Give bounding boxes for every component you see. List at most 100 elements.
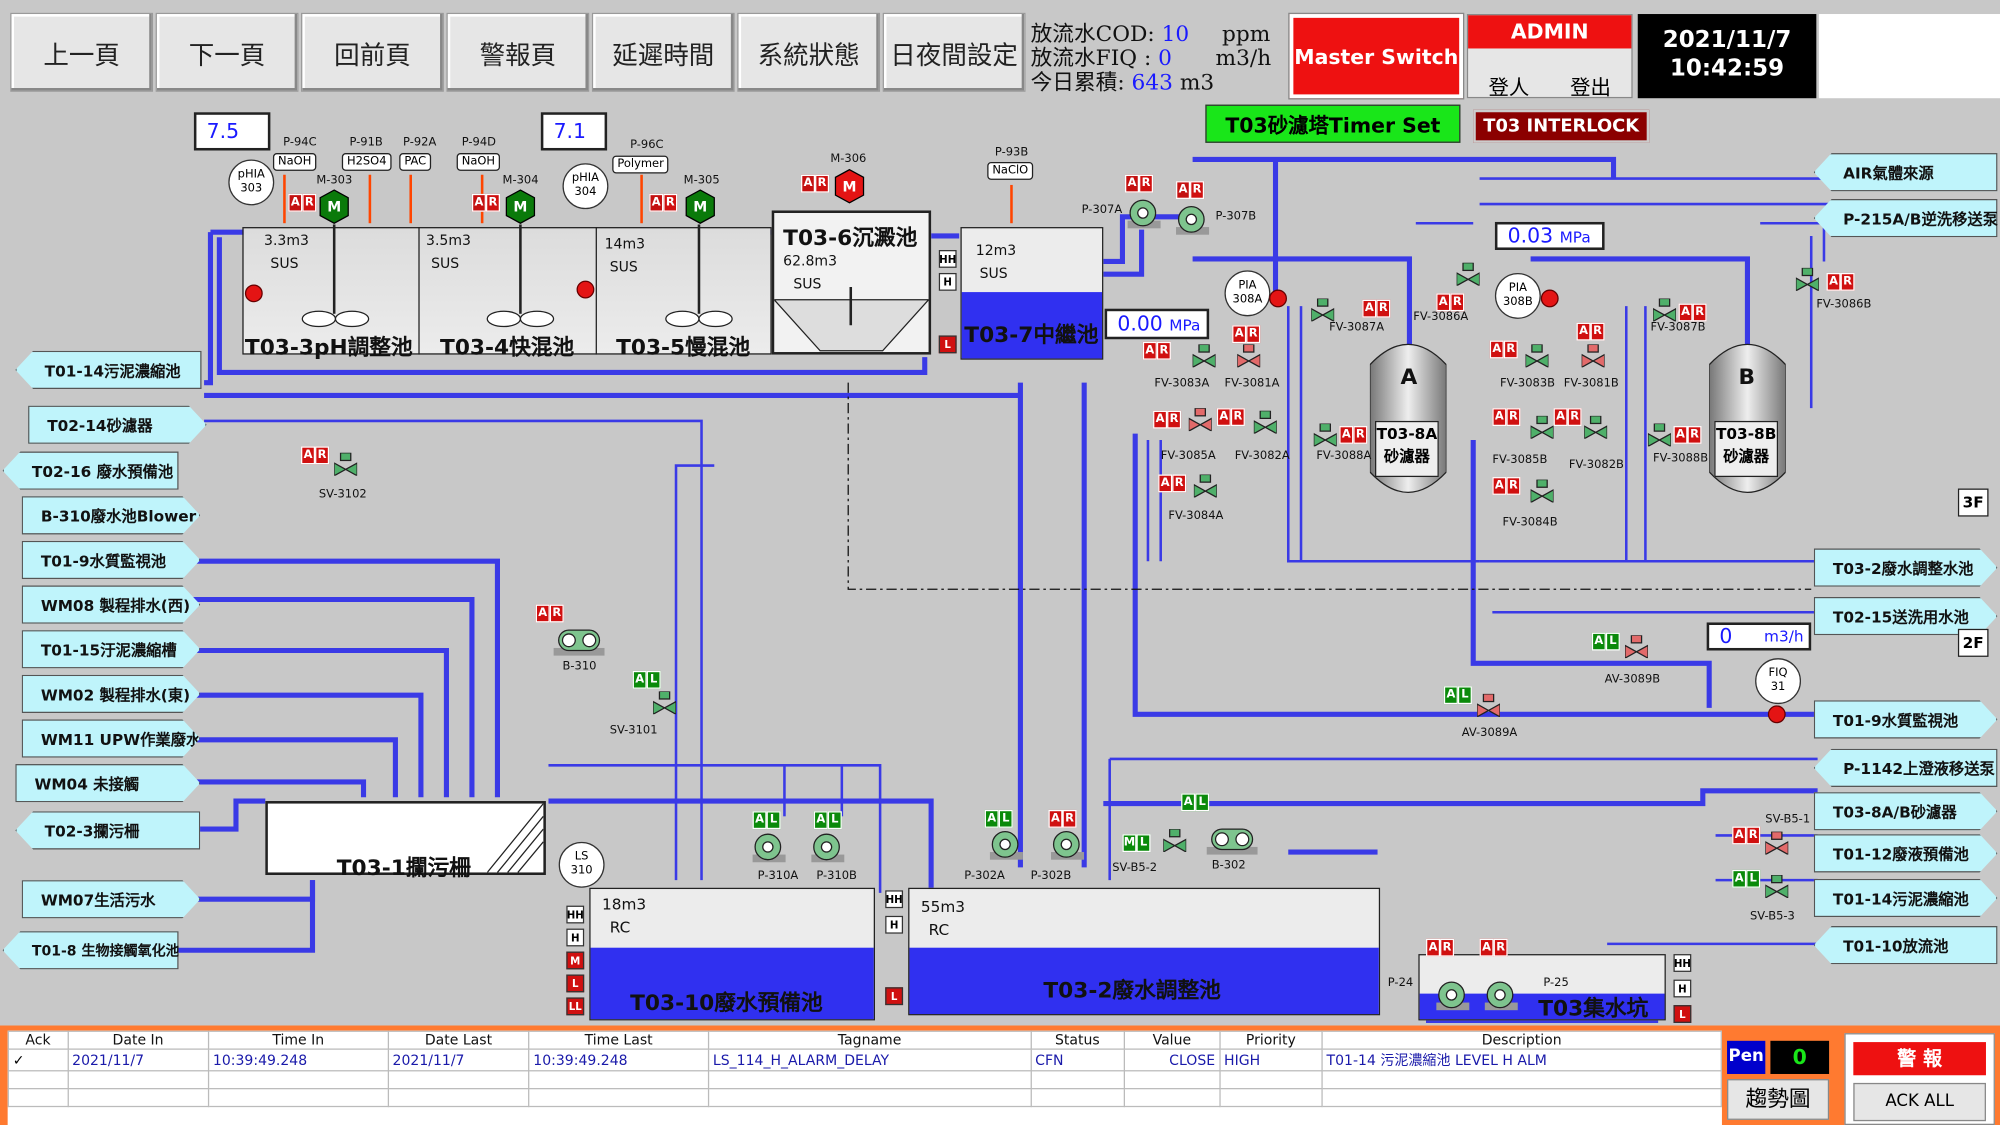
alarm-col-header[interactable]: Priority [1218, 1030, 1323, 1050]
t03-4-name[interactable]: T03-4快混池 [440, 329, 574, 361]
alarm-page-button[interactable]: 警報頁 [446, 12, 590, 92]
fv3085a-valve-icon[interactable] [1188, 407, 1213, 433]
right-link-9[interactable]: T01-14污泥濃縮池 [1814, 879, 1998, 917]
fv3084b-valve-icon[interactable] [1529, 478, 1555, 504]
fv3087a-valve-icon[interactable] [1310, 297, 1335, 323]
delay-time-button[interactable]: 延遲時間 [591, 12, 735, 92]
phia303-meter[interactable]: pHIA 303 [228, 159, 275, 206]
left-link-9[interactable]: WM11 UPW作業廢水 [22, 719, 201, 757]
alarm-col-header[interactable]: Tagname [707, 1030, 1032, 1050]
fv3084a-valve-icon[interactable] [1193, 473, 1218, 499]
left-link-13[interactable]: T01-8 生物接觸氧化池 [2, 931, 179, 970]
master-switch-button[interactable]: Master Switch [1288, 12, 1465, 100]
left-link-3[interactable]: T02-16 廢水預備池 [2, 451, 179, 490]
alarm-col-header[interactable]: Date Last [387, 1030, 530, 1050]
right-link-5[interactable]: T01-9水質監視池 [1814, 700, 1998, 738]
fv3086a-valve-icon[interactable] [1455, 262, 1481, 287]
right-link-10[interactable]: T01-10放流池 [1813, 926, 1998, 965]
left-link-11[interactable]: T02-3攔污柵 [15, 811, 201, 850]
alarm-col-header[interactable]: Value [1123, 1030, 1221, 1050]
right-link-2[interactable]: P-215A/B逆洗移送泵 [1813, 198, 1998, 238]
filter-a-vessel[interactable] [1369, 334, 1447, 502]
p310a-pump-icon[interactable] [752, 832, 786, 865]
logout-button[interactable]: 登出 [1570, 70, 1611, 101]
m306-label: M-306 [830, 153, 867, 166]
fv3085b-valve-icon[interactable] [1529, 415, 1555, 440]
t03-6-name: T03-6沉澱池 [783, 225, 918, 252]
alarm-col-header[interactable]: Date In [67, 1030, 210, 1050]
svb52-valve-icon[interactable] [1162, 828, 1187, 854]
left-link-10[interactable]: WM04 未接觸 [15, 764, 200, 802]
prev-page-button[interactable]: 上一頁 [10, 12, 154, 92]
pressure-display-2: 0.03 MPa [1494, 221, 1605, 250]
b310-blower-icon[interactable] [553, 622, 605, 658]
p310b-pump-icon[interactable] [811, 832, 845, 865]
phia304-meter[interactable]: pHIA 304 [562, 163, 609, 210]
t03-timer-set-button[interactable]: T03砂濾塔Timer Set [1205, 104, 1461, 143]
fv3086b-valve-icon[interactable] [1795, 267, 1820, 292]
right-link-8[interactable]: T01-12廢液預備池 [1814, 834, 1998, 872]
right-link-6[interactable]: P-1142上澄液移送泵 [1813, 748, 1998, 787]
pia308b-meter[interactable]: PIA 308B [1494, 272, 1541, 319]
alarm-row[interactable]: ✓ 2021/11/7 10:39:49.248 2021/11/7 10:39… [7, 1048, 1722, 1072]
m303-motor-icon[interactable]: M [319, 189, 350, 225]
fv3081b-valve-icon[interactable] [1580, 343, 1606, 369]
filter-b-vessel[interactable] [1709, 334, 1786, 502]
alarm-ack-cell[interactable]: ✓ [7, 1048, 69, 1072]
fv3088b-valve-icon[interactable] [1647, 422, 1672, 448]
p307a-pump-icon[interactable] [1127, 198, 1161, 231]
fv3081a-valve-icon[interactable] [1236, 343, 1261, 369]
fv3082a-valve-icon[interactable] [1253, 410, 1278, 435]
av3089a-valve-icon[interactable] [1476, 693, 1501, 718]
back-page-button[interactable]: 回前頁 [301, 12, 444, 92]
ls310-meter[interactable]: LS 310 [558, 841, 605, 888]
pia308a-meter[interactable]: PIA 308A [1224, 270, 1271, 317]
alarm-col-header[interactable]: Ack [7, 1030, 69, 1050]
p25-pump-icon[interactable] [1484, 980, 1518, 1013]
left-link-6[interactable]: WM08 製程排水(西) [22, 585, 201, 623]
fv3082b-valve-icon[interactable] [1583, 415, 1608, 440]
alarm-col-header[interactable]: Time In [207, 1030, 389, 1050]
left-link-2[interactable]: T02-14砂濾器 [28, 406, 207, 444]
m304-motor-icon[interactable]: M [505, 189, 536, 225]
av3089b-valve-icon[interactable] [1624, 634, 1649, 660]
fv3083a-valve-icon[interactable] [1191, 343, 1217, 369]
svb53-valve-icon[interactable] [1764, 874, 1789, 900]
left-link-4[interactable]: B-310廢水池Blower [22, 496, 201, 534]
svb51-valve-icon[interactable] [1764, 830, 1789, 856]
m305-motor-icon[interactable]: M [685, 189, 716, 225]
fv3087b-valve-icon[interactable] [1652, 297, 1677, 323]
trend-button[interactable]: 趨勢圖 [1727, 1079, 1830, 1120]
b302-blower-icon[interactable] [1206, 821, 1258, 857]
login-button[interactable]: 登人 [1489, 70, 1530, 101]
day-night-setting-button[interactable]: 日夜間設定 [882, 12, 1026, 92]
system-status-button[interactable]: 系統狀態 [737, 12, 881, 92]
left-link-7[interactable]: T01-15汙泥濃縮槽 [22, 630, 201, 668]
fv3088a-valve-icon[interactable] [1313, 422, 1338, 448]
alarm-col-header[interactable]: Description [1321, 1030, 1722, 1050]
t03-10-m-indicator: M [566, 951, 585, 970]
p302b-pump-icon[interactable] [1051, 829, 1085, 862]
sv3102-valve-icon[interactable] [333, 452, 358, 477]
left-link-12[interactable]: WM07生活污水 [22, 880, 201, 918]
alarm-col-header[interactable]: Time Last [528, 1030, 710, 1050]
t03-3-name[interactable]: T03-3pH調整池 [245, 329, 413, 361]
p307b-pump-icon[interactable] [1176, 204, 1210, 237]
m306-motor-icon[interactable]: M [834, 168, 865, 204]
t03-interlock-button[interactable]: T03 INTERLOCK [1473, 109, 1650, 143]
t03-5-name[interactable]: T03-5慢混池 [616, 329, 750, 361]
next-page-button[interactable]: 下一頁 [155, 12, 299, 92]
ack-all-button[interactable]: ACK ALL [1853, 1082, 1986, 1122]
left-link-8[interactable]: WM02 製程排水(東) [22, 675, 201, 713]
p302a-pump-icon[interactable] [989, 829, 1023, 862]
fv3083b-valve-icon[interactable] [1524, 343, 1550, 369]
p24-pump-icon[interactable] [1436, 980, 1470, 1013]
right-link-3[interactable]: T03-2廢水調整水池 [1814, 548, 1998, 586]
right-link-7[interactable]: T03-8A/B砂濾器 [1814, 792, 1998, 830]
right-link-1[interactable]: AIR氣體來源 [1813, 153, 1998, 192]
left-link-1[interactable]: T01-14污泥濃縮池 [15, 350, 202, 390]
fiq31-meter[interactable]: FIQ 31 [1755, 658, 1802, 705]
left-link-5[interactable]: T01-9水質監視池 [22, 541, 201, 579]
sv3101-valve-icon[interactable] [652, 690, 677, 716]
alarm-col-header[interactable]: Status [1030, 1030, 1125, 1050]
